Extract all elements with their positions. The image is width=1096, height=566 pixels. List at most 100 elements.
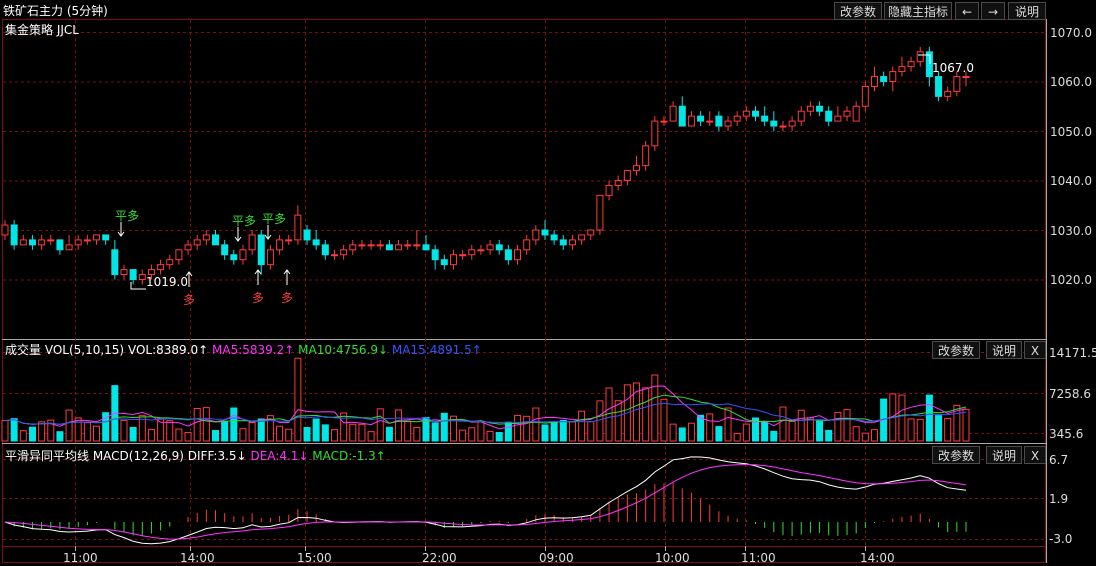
price-tick-1070: 1070.0 bbox=[1050, 26, 1092, 40]
candle-body bbox=[514, 249, 522, 261]
volume-bar bbox=[852, 426, 860, 442]
candle-body bbox=[330, 254, 338, 257]
volume-bar bbox=[733, 433, 741, 442]
vol-change-params-button[interactable]: 改参数 bbox=[932, 341, 980, 359]
candle-body bbox=[193, 239, 201, 246]
candle-body bbox=[257, 234, 265, 266]
volume-bar bbox=[147, 429, 155, 442]
forward-arrow-button[interactable]: → bbox=[981, 2, 1005, 20]
candle-body bbox=[239, 249, 247, 261]
candle-body bbox=[953, 76, 961, 92]
macd-change-params-button[interactable]: 改参数 bbox=[932, 446, 980, 464]
volume-bar bbox=[239, 428, 247, 442]
candle-body bbox=[825, 110, 833, 122]
macd-help-button[interactable]: 说明 bbox=[986, 446, 1022, 464]
volume-bar bbox=[587, 421, 595, 442]
volume-bar bbox=[276, 425, 284, 442]
candle-body bbox=[1, 224, 9, 236]
volume-bar bbox=[349, 423, 357, 442]
price-tick-1060: 1060.0 bbox=[1050, 75, 1092, 89]
candle-body bbox=[303, 229, 311, 241]
volume-bar bbox=[340, 412, 348, 442]
volume-bar bbox=[678, 427, 686, 442]
candle-body bbox=[898, 66, 906, 73]
time-tick-1: 11:00 bbox=[63, 551, 98, 565]
volume-bar bbox=[916, 418, 924, 442]
volume-bar bbox=[651, 374, 659, 442]
macd-indicator-name: 平滑异同平均线 MACD(12,26,9) DIFF:3.5↓ DEA:4.1↓… bbox=[5, 447, 386, 464]
hide-indicator-button[interactable]: 隐藏主指标 bbox=[884, 2, 952, 20]
candle-body bbox=[230, 254, 238, 261]
volume-bar bbox=[532, 407, 540, 442]
volume-bar bbox=[550, 421, 558, 442]
time-tick-8: 14:00 bbox=[860, 551, 895, 565]
macd-close-button[interactable]: X bbox=[1024, 446, 1046, 464]
time-tick-3: 15:00 bbox=[297, 551, 332, 565]
candle-body bbox=[111, 249, 119, 276]
candle-body bbox=[221, 244, 229, 256]
candle-body bbox=[202, 234, 210, 241]
vol-close-button[interactable]: X bbox=[1024, 341, 1046, 359]
candle-body bbox=[706, 120, 714, 123]
high-price-label: 1067.0 bbox=[932, 61, 974, 75]
vol-tick-mid: 7258.6 bbox=[1049, 387, 1091, 401]
volume-bar bbox=[404, 420, 412, 442]
volume-bar bbox=[83, 422, 91, 442]
volume-bar bbox=[825, 429, 833, 442]
volume-indicator-name: 成交量 VOL(5,10,15) VOL:8389.0↑ MA5:5839.2↑… bbox=[5, 341, 482, 358]
candle-body bbox=[28, 239, 36, 246]
signal-close-long-1: 平多 bbox=[115, 209, 140, 223]
signal-long-2: 多 bbox=[252, 291, 265, 305]
candle-body bbox=[413, 244, 421, 247]
candle-body bbox=[596, 194, 604, 231]
macd-dea-line bbox=[4, 463, 967, 540]
candle-body bbox=[65, 244, 73, 251]
volume-bar bbox=[93, 425, 101, 442]
candle-body bbox=[550, 234, 558, 241]
volume-bar bbox=[358, 423, 366, 442]
candle-body bbox=[138, 274, 146, 280]
candle-body bbox=[468, 249, 476, 256]
candle-body bbox=[724, 120, 732, 127]
candle-body bbox=[56, 239, 64, 251]
candle-body bbox=[495, 244, 503, 251]
back-arrow-button[interactable]: ← bbox=[955, 2, 979, 20]
help-button[interactable]: 说明 bbox=[1008, 2, 1046, 20]
candle-body bbox=[266, 249, 274, 266]
volume-bar bbox=[816, 420, 824, 442]
volume-bar bbox=[514, 414, 522, 442]
vol-tick-low: 345.6 bbox=[1049, 427, 1084, 441]
vol-title: 成交量 VOL(5,10,15) bbox=[5, 343, 125, 357]
candle-body bbox=[614, 180, 622, 186]
volume-bar bbox=[367, 431, 375, 442]
candle-body bbox=[935, 76, 943, 97]
volume-bar bbox=[660, 398, 668, 442]
volume-bar bbox=[504, 422, 512, 442]
volume-bar bbox=[742, 423, 750, 442]
candle-body bbox=[93, 234, 101, 241]
candle-body bbox=[770, 120, 778, 127]
vol-help-button[interactable]: 说明 bbox=[986, 341, 1022, 359]
candle-body bbox=[459, 254, 467, 257]
candle-body bbox=[642, 145, 650, 167]
candle-body bbox=[678, 105, 686, 127]
chart-frame bbox=[2, 19, 1046, 563]
volume-bar bbox=[330, 429, 338, 442]
volume-bar bbox=[706, 413, 714, 442]
candle-body bbox=[651, 120, 659, 147]
candle-body bbox=[962, 76, 970, 79]
volume-bar bbox=[806, 417, 814, 442]
volume-bar bbox=[395, 409, 403, 442]
volume-bar bbox=[797, 409, 805, 442]
candle-body bbox=[175, 249, 183, 261]
change-params-button[interactable]: 改参数 bbox=[834, 2, 882, 20]
candle-body bbox=[285, 239, 293, 242]
candle-body bbox=[870, 76, 878, 87]
volume-bar bbox=[285, 428, 293, 442]
price-tick-1020: 1020.0 bbox=[1050, 273, 1092, 287]
vol-tick-top: 14171.5 bbox=[1049, 346, 1096, 360]
candle-body bbox=[504, 249, 512, 261]
volume-bar bbox=[166, 420, 174, 442]
candle-body bbox=[129, 269, 137, 281]
candle-body bbox=[742, 110, 750, 117]
